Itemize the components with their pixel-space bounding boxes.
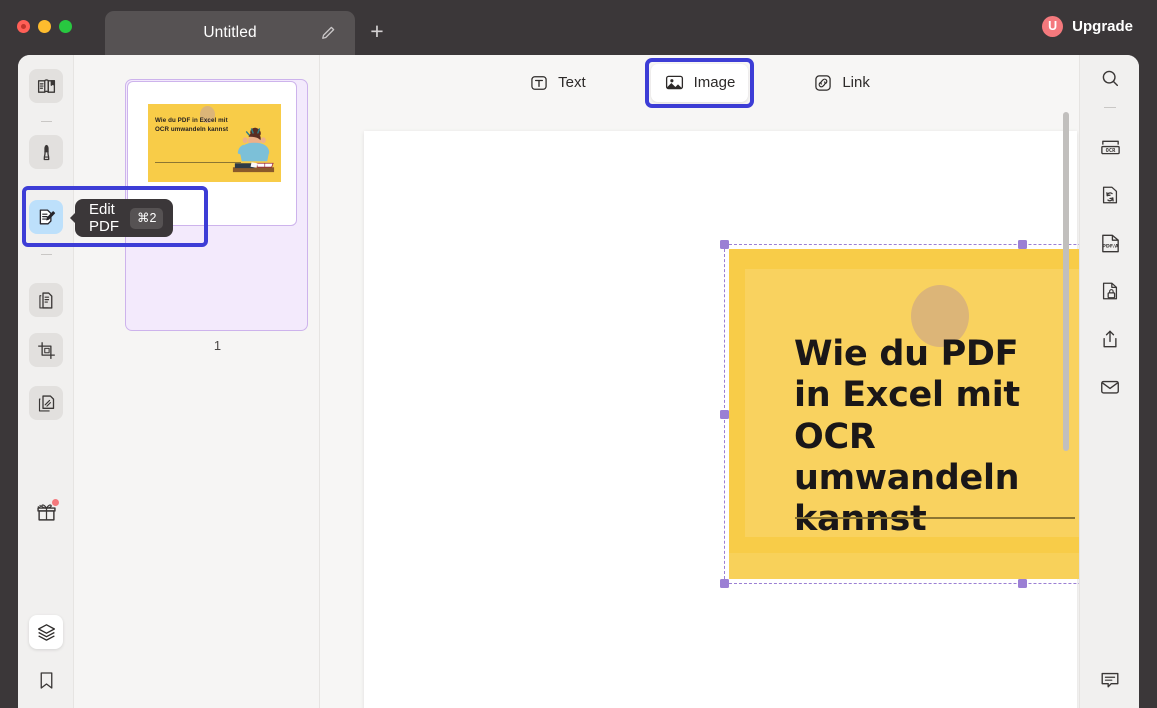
traffic-lights — [17, 20, 72, 33]
rename-pencil-icon[interactable] — [319, 24, 337, 42]
resize-handle-sw[interactable] — [720, 579, 729, 588]
sidebar-item-comments[interactable] — [1093, 663, 1127, 697]
layers-icon — [36, 622, 57, 643]
protect-icon — [1099, 280, 1121, 302]
edit-toolbar: Text Image Link — [320, 55, 1079, 110]
sidebar-item-search[interactable] — [1093, 61, 1127, 95]
sidebar-item-protect[interactable] — [1093, 274, 1127, 308]
upgrade-badge-icon: U — [1042, 16, 1064, 37]
resize-handle-s[interactable] — [1018, 579, 1027, 588]
tab-title: Untitled — [203, 24, 257, 41]
new-tab-button[interactable]: + — [363, 17, 391, 45]
image-tool-button[interactable]: Image — [650, 63, 749, 102]
edit-pdf-icon — [36, 207, 57, 228]
reader-mode-icon — [36, 76, 57, 97]
resize-handle-n[interactable] — [1018, 240, 1027, 249]
sidebar-item-convert[interactable] — [1093, 178, 1127, 212]
thumbnail-panel: Wie du PDF in Excel mit OCR umwandeln ka… — [74, 55, 320, 708]
sidebar-item-annotate[interactable] — [29, 135, 63, 169]
edit-pdf-tooltip: Edit PDF ⌘2 — [69, 199, 174, 237]
resize-handle-nw[interactable] — [720, 240, 729, 249]
sidebar-item-edit-pdf[interactable] — [29, 200, 63, 234]
rail-separator-2 — [41, 254, 52, 255]
zoom-button[interactable] — [59, 20, 72, 33]
sidebar-item-reader-mode[interactable] — [29, 69, 63, 103]
svg-text:PDF/A: PDF/A — [1102, 243, 1118, 249]
right-tool-rail: OCR PDF/A — [1079, 55, 1139, 708]
email-icon — [1099, 376, 1121, 398]
image-tool-highlight-ring: Image — [644, 57, 755, 108]
app-window: Untitled + U Upgrade Edit PDF ⌘2 Wie du … — [0, 0, 1157, 708]
right-rail-separator — [1104, 107, 1116, 108]
text-tool-label: Text — [558, 74, 586, 91]
comment-icon — [1099, 669, 1121, 691]
link-tool-button[interactable]: Link — [800, 64, 883, 102]
resize-handle-w[interactable] — [720, 410, 729, 419]
compress-icon — [36, 393, 57, 414]
thumbnail-page-number: 1 — [213, 338, 222, 353]
sidebar-item-bookmarks[interactable] — [29, 663, 63, 697]
sidebar-item-share[interactable] — [1093, 322, 1127, 356]
minimize-button[interactable] — [38, 20, 51, 33]
hero-image[interactable]: Wie du PDF in Excel mit OCR umwandeln ka… — [729, 249, 1139, 579]
text-box-icon — [529, 73, 549, 93]
image-icon — [664, 72, 685, 93]
selected-image-wrapper[interactable]: Wie du PDF in Excel mit OCR umwandeln ka… — [720, 240, 1139, 588]
sidebar-item-organize-pages[interactable] — [29, 283, 63, 317]
rail-separator-1 — [41, 121, 52, 122]
main-content: Edit PDF ⌘2 Wie du PDF in Excel mit OCR … — [18, 55, 1139, 708]
thumbnail-hero-image: Wie du PDF in Excel mit OCR umwandeln ka… — [148, 104, 281, 182]
sidebar-item-ocr[interactable]: OCR — [1093, 130, 1127, 164]
thumbnail-illustration-icon — [229, 126, 278, 178]
pdfa-icon: PDF/A — [1099, 232, 1122, 255]
highlighter-icon — [36, 142, 57, 163]
left-tool-rail: Edit PDF ⌘2 — [18, 55, 208, 708]
close-button[interactable] — [17, 20, 30, 33]
canvas-scrollbar[interactable] — [1063, 112, 1069, 451]
sidebar-item-compress[interactable] — [29, 386, 63, 420]
hero-headline: Wie du PDF in Excel mit OCR umwandeln ka… — [794, 334, 1020, 540]
organize-pages-icon — [36, 290, 57, 311]
tooltip-label: Edit PDF — [89, 201, 119, 235]
upgrade-button[interactable]: U Upgrade — [1034, 10, 1145, 43]
sidebar-item-whats-new[interactable] — [29, 495, 63, 529]
image-tool-label: Image — [693, 74, 736, 91]
svg-text:OCR: OCR — [1105, 148, 1115, 154]
hero-rule — [795, 517, 1075, 519]
sidebar-item-email[interactable] — [1093, 370, 1127, 404]
text-tool-button[interactable]: Text — [516, 64, 599, 102]
upgrade-label: Upgrade — [1072, 18, 1133, 35]
document-tab[interactable]: Untitled — [105, 11, 355, 55]
notification-dot — [51, 498, 59, 506]
crop-icon — [36, 340, 57, 361]
link-chain-icon — [813, 73, 833, 93]
hero-bottom-band — [729, 553, 1139, 579]
tooltip-shortcut: ⌘2 — [130, 207, 164, 229]
link-tool-label: Link — [842, 74, 870, 91]
share-icon — [1099, 328, 1121, 350]
convert-icon — [1099, 184, 1121, 206]
sidebar-item-layers[interactable] — [29, 615, 63, 649]
document-canvas: Text Image Link Wie du PDF in Excel mit … — [320, 55, 1139, 708]
sidebar-item-crop[interactable] — [29, 333, 63, 367]
thumbnail-headline: Wie du PDF in Excel mit OCR umwandeln ka… — [155, 117, 229, 133]
title-bar: Untitled + U Upgrade — [0, 0, 1157, 55]
sidebar-item-pdfa[interactable]: PDF/A — [1093, 226, 1127, 260]
bookmark-icon — [36, 670, 57, 691]
ocr-icon: OCR — [1099, 136, 1122, 159]
gift-icon — [35, 498, 59, 524]
search-icon — [1100, 68, 1121, 89]
